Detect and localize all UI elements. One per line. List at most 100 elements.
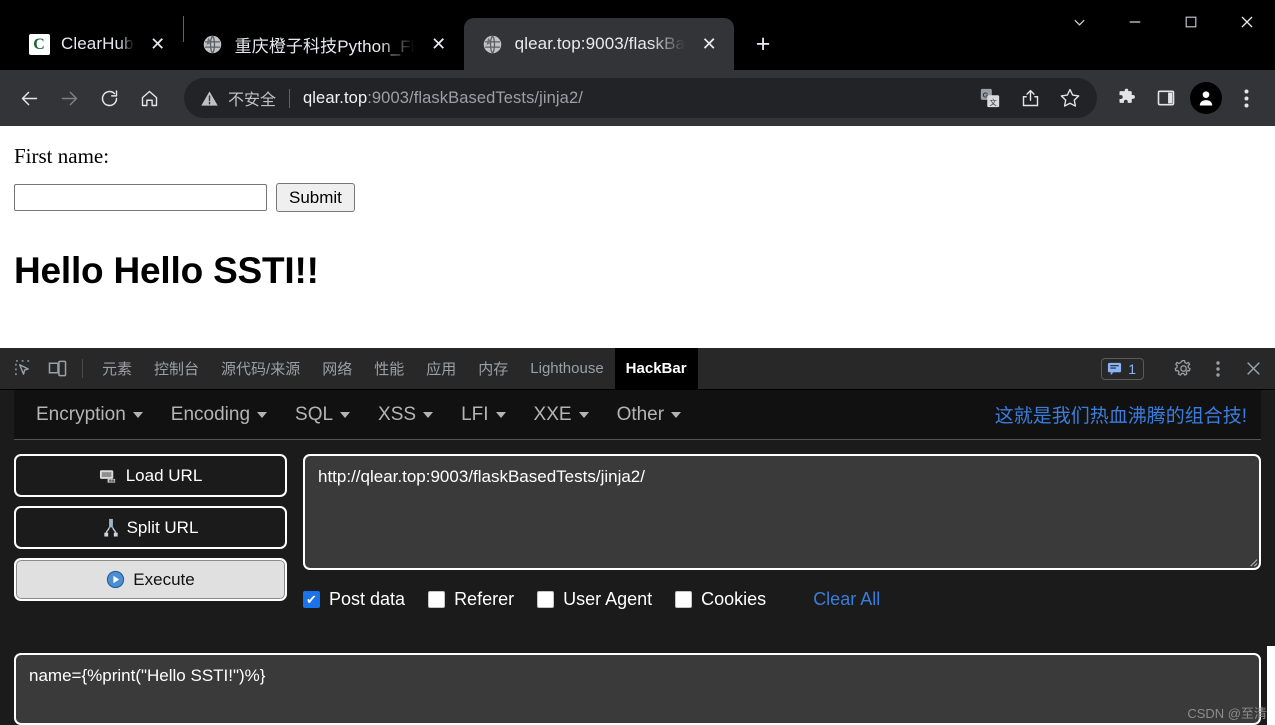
devtools-tab-console[interactable]: 控制台	[143, 348, 210, 389]
globe-icon	[482, 33, 504, 55]
devtools-menu-icon[interactable]	[1202, 354, 1234, 384]
share-icon[interactable]	[1011, 79, 1049, 117]
omnibox-actions: G 文	[971, 79, 1091, 117]
tab-list: C ClearHub ✕ 重庆橙子科技Python_Fl ✕ qlear.top…	[0, 0, 780, 70]
browser-tab-qlear-active[interactable]: qlear.top:9003/flaskBa ✕	[463, 18, 735, 70]
hackbar-url-textarea[interactable]: http://qlear.top:9003/flaskBasedTests/ji…	[303, 454, 1261, 570]
tab-title: ClearHub	[61, 34, 134, 53]
option-cookies[interactable]: Cookies	[675, 589, 766, 610]
inspect-element-icon[interactable]	[6, 348, 40, 389]
referer-label: Referer	[454, 589, 515, 609]
load-url-button[interactable]: Load URL	[14, 454, 287, 497]
post-data-label: Post data	[329, 589, 406, 609]
profile-avatar-icon[interactable]	[1187, 79, 1225, 117]
not-secure-warning-icon	[200, 89, 219, 108]
hackbar-menu-xxe[interactable]: XXE	[520, 404, 603, 426]
hackbar-panel: Encryption Encoding SQL XSS LFI XXE Othe…	[0, 390, 1275, 725]
home-button[interactable]	[130, 79, 168, 117]
page-scrollbar[interactable]	[1267, 646, 1275, 725]
devtools-tab-lighthouse[interactable]: Lighthouse	[519, 348, 614, 389]
load-url-icon	[99, 469, 115, 483]
chevron-down-icon	[423, 411, 434, 418]
hackbar-menu-lfi[interactable]: LFI	[447, 404, 519, 426]
chrome-menu-icon[interactable]	[1227, 79, 1265, 117]
new-tab-button[interactable]: +	[746, 27, 780, 61]
option-post-data[interactable]: ✔ Post data	[303, 589, 405, 610]
option-user-agent[interactable]: User Agent	[537, 589, 652, 610]
settings-gear-icon[interactable]	[1167, 354, 1199, 384]
browser-tab-clearhub[interactable]: C ClearHub ✕	[10, 18, 183, 70]
watermark-label: CSDN @至清	[1187, 706, 1267, 721]
cookies-checkbox[interactable]	[675, 591, 693, 608]
menu-label: XXE	[533, 403, 572, 425]
hackbar-action-buttons: Load URL Split URL Execute	[14, 454, 287, 635]
split-url-button[interactable]: Split URL	[14, 506, 287, 549]
hackbar-menu-encryption[interactable]: Encryption	[22, 404, 157, 426]
tab-search-chevron-down-icon[interactable]	[1051, 0, 1107, 44]
device-toolbar-icon[interactable]	[40, 348, 74, 389]
hackbar-url-value: http://qlear.top:9003/flaskBasedTests/ji…	[318, 467, 645, 486]
hackbar-menu-sql[interactable]: SQL	[281, 404, 364, 426]
translate-icon[interactable]: G 文	[971, 79, 1009, 117]
hackbar-menu-xss[interactable]: XSS	[364, 404, 447, 426]
hackbar-menubar: Encryption Encoding SQL XSS LFI XXE Othe…	[14, 390, 1261, 440]
side-panel-icon[interactable]	[1147, 79, 1185, 117]
menu-label: SQL	[295, 403, 334, 425]
clear-all-link[interactable]: Clear All	[813, 589, 880, 610]
hackbar-post-data-textarea[interactable]: name={%print("Hello SSTI!")%}	[14, 653, 1261, 725]
address-bar[interactable]: 不安全 qlear.top:9003/flaskBasedTests/jinja…	[184, 78, 1097, 118]
tab-close-icon[interactable]: ✕	[426, 31, 452, 57]
hackbar-menu-other[interactable]: Other	[603, 404, 696, 426]
page-heading: Hello Hello SSTI!!	[14, 250, 319, 291]
chevron-down-icon	[495, 411, 506, 418]
close-devtools-icon[interactable]	[1237, 354, 1269, 384]
browser-tab-python-flask[interactable]: 重庆橙子科技Python_Fl ✕	[183, 18, 464, 70]
extensions-puzzle-icon[interactable]	[1107, 79, 1145, 117]
submit-button[interactable]: Submit	[276, 183, 355, 212]
menu-label: LFI	[461, 403, 489, 425]
hackbar-menu-encoding[interactable]: Encoding	[157, 404, 281, 426]
chevron-down-icon	[671, 411, 682, 418]
forward-button[interactable]	[50, 79, 88, 117]
back-button[interactable]	[10, 79, 48, 117]
reload-button[interactable]	[90, 79, 128, 117]
user-agent-checkbox[interactable]	[537, 591, 555, 608]
menu-label: Encoding	[170, 403, 251, 425]
name-form: Submit	[14, 183, 1275, 212]
load-url-label: Load URL	[125, 465, 203, 485]
referer-checkbox[interactable]	[428, 591, 446, 608]
devtools-tab-performance[interactable]: 性能	[363, 348, 415, 389]
devtools-tab-bar-actions: 1	[1101, 348, 1275, 389]
execute-label: Execute	[133, 569, 195, 589]
hackbar-options-row: ✔ Post data Referer User Agent Cookies C…	[303, 589, 1261, 610]
resize-handle-icon[interactable]	[1247, 556, 1258, 567]
bookmark-star-icon[interactable]	[1051, 79, 1089, 117]
maximize-icon[interactable]	[1163, 0, 1219, 44]
chevron-down-icon	[578, 411, 589, 418]
minimize-icon[interactable]	[1107, 0, 1163, 44]
tab-title: 重庆橙子科技Python_Fl	[234, 36, 415, 56]
tab-strip: C ClearHub ✕ 重庆橙子科技Python_Fl ✕ qlear.top…	[0, 0, 1275, 70]
hackbar-promo-link[interactable]: 这就是我们热血沸腾的组合技!	[995, 401, 1253, 428]
post-data-value: name={%print("Hello SSTI!")%}	[29, 666, 266, 685]
devtools-tab-sources[interactable]: 源代码/来源	[210, 348, 311, 389]
devtools-tab-memory[interactable]: 内存	[467, 348, 519, 389]
execute-button[interactable]: Execute	[14, 558, 287, 601]
devtools-divider	[82, 359, 83, 378]
devtools-tab-network[interactable]: 网络	[311, 348, 363, 389]
url-host: qlear.top	[303, 88, 368, 107]
first-name-input[interactable]	[14, 184, 267, 211]
option-referer[interactable]: Referer	[428, 589, 514, 610]
user-agent-label: User Agent	[563, 589, 653, 609]
devtools-tab-hackbar[interactable]: HackBar	[614, 348, 698, 389]
post-data-checkbox[interactable]: ✔	[303, 591, 320, 608]
tab-close-icon[interactable]: ✕	[145, 31, 171, 57]
menu-label: Other	[616, 403, 665, 425]
close-window-icon[interactable]	[1219, 0, 1275, 44]
issues-badge-icon[interactable]: 1	[1101, 357, 1144, 380]
devtools-tab-elements[interactable]: 元素	[91, 348, 143, 389]
devtools-tab-bar: 元素 控制台 源代码/来源 网络 性能 应用 内存 Lighthouse Hac…	[0, 348, 1275, 390]
hackbar-url-section: http://qlear.top:9003/flaskBasedTests/ji…	[303, 454, 1261, 635]
devtools-tab-application[interactable]: 应用	[415, 348, 467, 389]
tab-close-icon[interactable]: ✕	[696, 31, 722, 57]
